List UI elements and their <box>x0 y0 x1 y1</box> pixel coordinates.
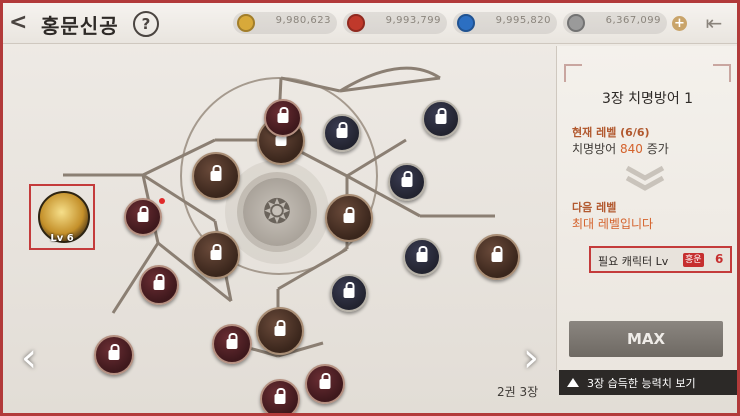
skill-node[interactable] <box>212 324 252 364</box>
lock-icon <box>319 373 331 389</box>
skill-node[interactable] <box>325 194 373 242</box>
skill-node[interactable] <box>388 163 426 201</box>
previous-page-arrow[interactable]: ‹ <box>21 338 43 378</box>
lock-icon <box>491 246 503 262</box>
add-currency-button[interactable]: + <box>672 16 687 31</box>
triangle-up-icon <box>567 378 579 387</box>
next-level-text: 최대 레벨입니다 <box>572 217 654 231</box>
view-learned-stats-label: 3장 습득한 능력치 보기 <box>587 377 696 390</box>
lock-icon <box>226 333 238 349</box>
chapter-label: 2권 3장 <box>497 385 539 399</box>
lock-icon <box>137 206 149 222</box>
lock-icon <box>274 388 286 404</box>
currency-blue: 9,995,820 <box>453 12 557 34</box>
skill-node[interactable] <box>256 307 304 355</box>
lock-icon <box>343 207 355 223</box>
skill-title: 3장 치명방어 1 <box>601 91 694 107</box>
current-level-label: 현재 레벨 (6/6) <box>572 126 650 139</box>
red-gem-icon <box>347 14 365 32</box>
lock-icon <box>210 165 222 181</box>
node-level: Lv 6 <box>50 233 74 244</box>
skill-node[interactable] <box>260 379 300 413</box>
skill-node[interactable] <box>422 100 460 138</box>
silver-gem-icon <box>567 14 585 32</box>
lock-icon <box>416 246 428 262</box>
required-level-badge: 홍운 <box>683 253 704 267</box>
skill-tree-map: ❂ Lv 6 ‹ › 2권 3장 <box>3 43 556 413</box>
lock-icon <box>401 171 413 187</box>
skill-node[interactable] <box>474 234 520 280</box>
skill-node[interactable] <box>264 99 302 137</box>
currency-value: 9,995,820 <box>495 15 551 26</box>
required-level-box: 필요 캐릭터 Lv 홍운 6 <box>589 246 732 273</box>
help-button[interactable]: ? <box>133 11 159 37</box>
lock-icon <box>343 282 355 298</box>
currency-red: 9,993,799 <box>343 12 447 34</box>
required-level-label: 필요 캐릭터 Lv <box>598 255 669 268</box>
effect-name: 치명방어 <box>572 142 617 156</box>
skill-node[interactable] <box>139 265 179 305</box>
currency-value: 9,980,623 <box>275 15 331 26</box>
lock-icon <box>275 130 287 146</box>
skill-node[interactable] <box>403 238 441 276</box>
required-level-value: 6 <box>715 252 724 266</box>
currency-value: 6,367,099 <box>605 15 661 26</box>
top-bar: < 홍문신공 ? 9,980,623 9,993,799 9,995,820 6… <box>3 3 737 44</box>
notification-dot <box>159 198 165 204</box>
lock-icon <box>435 108 447 124</box>
lock-icon <box>274 320 286 336</box>
game-screen: < 홍문신공 ? 9,980,623 9,993,799 9,995,820 6… <box>0 0 740 416</box>
blue-gem-icon <box>457 14 475 32</box>
effect-suffix: 증가 <box>646 142 669 156</box>
currency-gold: 9,980,623 <box>233 12 337 34</box>
page-title: 홍문신공 <box>41 14 119 38</box>
chevron-down-icon <box>625 165 665 191</box>
skill-node[interactable] <box>192 152 240 200</box>
lock-icon <box>153 274 165 290</box>
next-page-arrow[interactable]: › <box>523 338 545 378</box>
skill-node[interactable] <box>124 198 162 236</box>
lock-icon <box>210 244 222 260</box>
max-button[interactable]: MAX <box>569 321 723 357</box>
skill-node[interactable] <box>323 114 361 152</box>
center-emblem: ❂ <box>243 178 311 246</box>
skill-node[interactable] <box>305 364 345 404</box>
current-level-effect: 치명방어 840 증가 <box>572 140 669 157</box>
next-level-label: 다음 레벨 <box>572 201 617 214</box>
skill-node[interactable] <box>330 274 368 312</box>
currency-value: 9,993,799 <box>385 15 441 26</box>
skill-node[interactable] <box>192 231 240 279</box>
effect-value: 840 <box>620 142 643 156</box>
currency-silver: 6,367,099 <box>563 12 667 34</box>
lock-icon <box>108 344 120 360</box>
skill-node[interactable] <box>94 335 134 375</box>
lock-icon <box>336 122 348 138</box>
lock-icon <box>277 107 289 123</box>
corner-ornament-icon <box>713 64 731 82</box>
view-learned-stats-button[interactable]: 3장 습득한 능력치 보기 <box>559 370 737 395</box>
back-button[interactable]: < <box>9 11 37 35</box>
gold-coin-icon <box>237 14 255 32</box>
current-skill-node[interactable]: Lv 6 <box>29 184 95 250</box>
exit-icon[interactable]: ⇤ <box>701 11 727 35</box>
corner-ornament-icon <box>564 64 582 82</box>
